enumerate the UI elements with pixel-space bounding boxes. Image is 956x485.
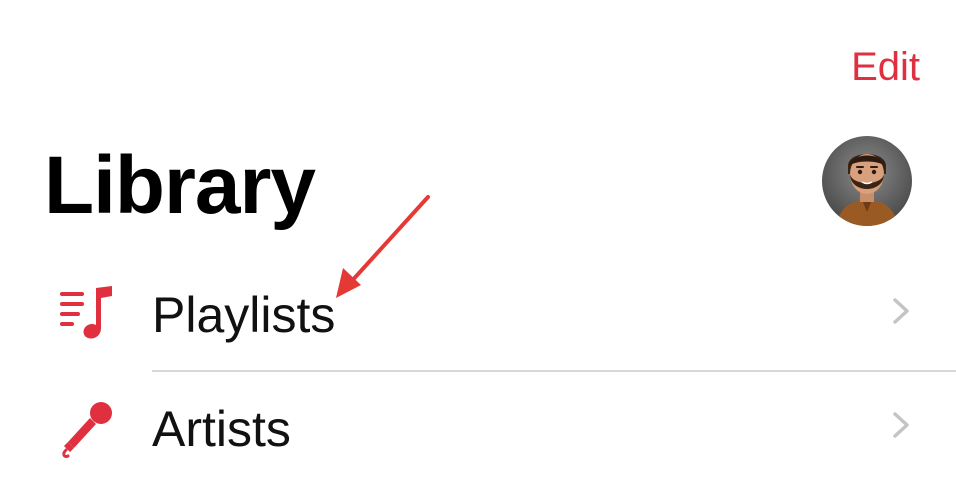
edit-button[interactable]: Edit [851, 42, 920, 92]
library-item-playlists[interactable]: Playlists [0, 260, 956, 370]
library-item-label: Playlists [152, 287, 336, 343]
avatar[interactable] [822, 136, 912, 226]
playlist-icon [60, 286, 112, 339]
chevron-right-icon [893, 298, 909, 324]
library-item-label: Artists [152, 401, 291, 457]
chevron-right-icon [893, 412, 909, 438]
memoji-avatar-icon [822, 136, 912, 226]
divider [152, 370, 956, 372]
library-item-artists[interactable]: Artists [0, 374, 956, 484]
microphone-icon [62, 402, 112, 458]
page-title: Library [44, 140, 316, 231]
